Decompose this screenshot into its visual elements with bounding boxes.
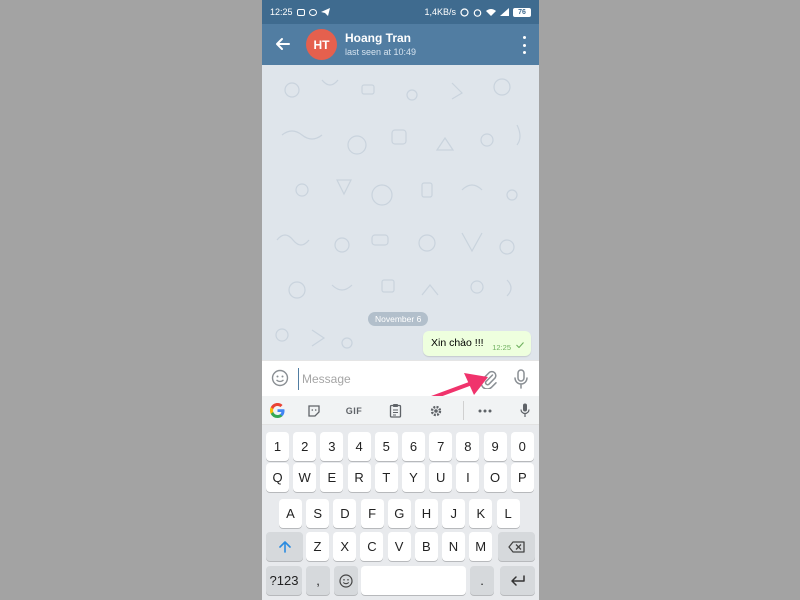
letter-key-c[interactable]: C: [360, 532, 384, 561]
number-key-1[interactable]: 1: [266, 432, 289, 461]
number-key-3[interactable]: 3: [320, 432, 344, 461]
link-status-icon: [460, 7, 469, 17]
message-input[interactable]: [298, 368, 472, 390]
message-time: 12:25: [492, 343, 511, 352]
backspace-icon: [507, 540, 525, 553]
symbols-key[interactable]: ?123: [266, 566, 302, 595]
date-separator: November 6: [368, 312, 429, 326]
outgoing-message-bubble[interactable]: Xin chào !!! 12:25: [423, 331, 531, 356]
smile-icon: [339, 573, 353, 588]
sticker-icon[interactable]: [305, 402, 323, 419]
gear-icon[interactable]: [427, 402, 445, 419]
letter-key-r[interactable]: R: [347, 463, 371, 492]
letter-key-j[interactable]: J: [442, 499, 466, 528]
letter-key-o[interactable]: O: [483, 463, 507, 492]
shift-arrow-icon: [278, 540, 291, 553]
paperclip-icon[interactable]: [479, 369, 499, 389]
smile-icon[interactable]: [271, 369, 289, 387]
alarm-icon: [473, 8, 482, 17]
letter-key-x[interactable]: X: [333, 532, 357, 561]
letter-key-t[interactable]: T: [374, 463, 398, 492]
notification-icon: [296, 8, 305, 16]
signal-icon: [500, 8, 509, 16]
status-bar: 12:25 1,4KB/s 76: [262, 0, 539, 24]
number-key-0[interactable]: 0: [510, 432, 534, 461]
network-speed: 1,4KB/s: [424, 7, 456, 17]
letter-key-u[interactable]: U: [429, 463, 453, 492]
microphone-icon[interactable]: [511, 368, 531, 390]
number-key-9[interactable]: 9: [483, 432, 507, 461]
number-key-5[interactable]: 5: [374, 432, 398, 461]
letter-key-i[interactable]: I: [456, 463, 480, 492]
message-text: Xin chào !!!: [431, 337, 484, 349]
gif-label: GIF: [345, 405, 363, 416]
battery-indicator: 76: [513, 7, 531, 17]
symbols-key-label: ?123: [269, 573, 299, 588]
settings-status-icon: [308, 8, 317, 16]
letter-key-v[interactable]: V: [387, 532, 411, 561]
google-icon[interactable]: [268, 402, 286, 419]
wifi-icon: [486, 9, 496, 16]
keyboard: ?123 , . 1234567890 QWERTYUIOP ASDFGHJKL ZX…: [262, 425, 539, 600]
more-options-icon[interactable]: [519, 36, 529, 54]
sent-check-icon: [516, 342, 524, 348]
number-key-8[interactable]: 8: [456, 432, 480, 461]
contact-name[interactable]: Hoang Tran: [345, 31, 411, 45]
toolbar-divider: [463, 401, 464, 420]
message-input-bar: [262, 360, 539, 396]
gif-icon[interactable]: GIF: [342, 402, 366, 419]
comma-key[interactable]: ,: [306, 566, 330, 595]
letter-key-g[interactable]: G: [387, 499, 411, 528]
period-key-label: .: [480, 573, 484, 588]
period-key[interactable]: .: [470, 566, 494, 595]
back-arrow-icon[interactable]: [272, 33, 294, 55]
emoji-key[interactable]: [334, 566, 358, 595]
space-key[interactable]: [361, 566, 466, 595]
number-key-4[interactable]: 4: [347, 432, 371, 461]
more-icon[interactable]: [476, 402, 494, 419]
letter-key-z[interactable]: Z: [306, 532, 329, 561]
letter-key-d[interactable]: D: [333, 499, 357, 528]
voice-typing-icon[interactable]: [516, 402, 534, 419]
enter-key[interactable]: [500, 566, 535, 595]
letter-key-f[interactable]: F: [360, 499, 384, 528]
telegram-status-icon: [320, 8, 330, 16]
letter-key-h[interactable]: H: [415, 499, 438, 528]
letter-key-e[interactable]: E: [320, 463, 344, 492]
last-seen-status: last seen at 10:49: [345, 47, 417, 57]
number-key-7[interactable]: 7: [429, 432, 453, 461]
status-time: 12:25: [270, 7, 293, 17]
shift-key[interactable]: [266, 532, 303, 561]
letter-key-w[interactable]: W: [293, 463, 317, 492]
enter-arrow-icon: [510, 574, 525, 586]
letter-key-l[interactable]: L: [496, 499, 520, 528]
chat-header: HT Hoang Tran last seen at 10:49: [262, 24, 539, 65]
letter-key-k[interactable]: K: [469, 499, 493, 528]
comma-key-label: ,: [316, 573, 320, 588]
clipboard-icon[interactable]: [386, 402, 404, 419]
keyboard-toolbar: GIF: [262, 396, 539, 425]
chat-area[interactable]: November 6 Xin chào !!! 12:25: [262, 65, 539, 360]
letter-key-s[interactable]: S: [306, 499, 330, 528]
letter-key-m[interactable]: M: [469, 532, 493, 561]
letter-key-y[interactable]: Y: [402, 463, 425, 492]
letter-key-p[interactable]: P: [510, 463, 534, 492]
number-key-2[interactable]: 2: [293, 432, 317, 461]
letter-key-b[interactable]: B: [414, 532, 438, 561]
letter-key-q[interactable]: Q: [266, 463, 289, 492]
number-key-6[interactable]: 6: [402, 432, 425, 461]
letter-key-n[interactable]: N: [442, 532, 465, 561]
phone-screen: 12:25 1,4KB/s 76 HT Hoang Tran last seen…: [262, 0, 539, 600]
letter-key-a[interactable]: A: [279, 499, 302, 528]
avatar[interactable]: HT: [306, 29, 337, 60]
backspace-key[interactable]: [498, 532, 535, 561]
